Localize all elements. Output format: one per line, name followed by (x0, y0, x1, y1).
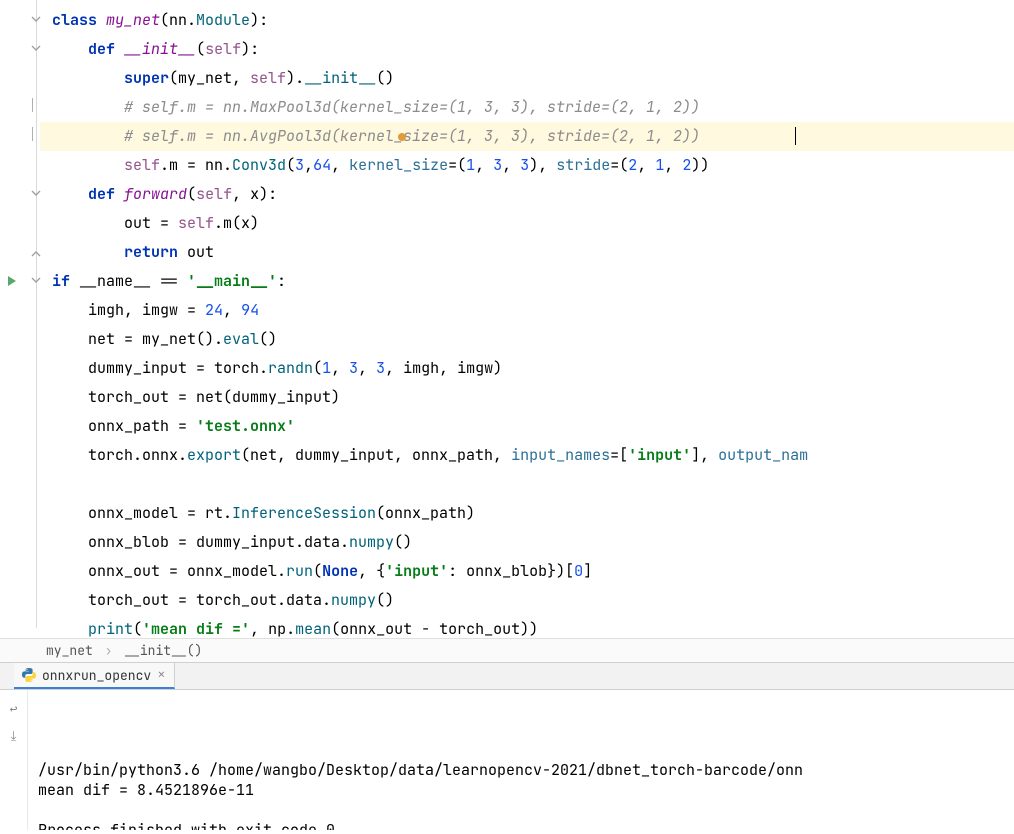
code-body[interactable]: class my_net(nn.Module): def __init__(se… (52, 0, 1014, 638)
code-line[interactable] (52, 470, 1014, 499)
fold-toggle-icon[interactable] (30, 188, 42, 200)
chevron-right-icon: › (105, 642, 113, 659)
code-line[interactable]: torch_out = torch_out.data.numpy() (52, 586, 1014, 615)
text-caret (795, 127, 796, 145)
console-line: Process finished with exit code 0 (38, 820, 1006, 830)
code-line[interactable]: dummy_input = torch.randn(1, 3, 3, imgh,… (52, 354, 1014, 383)
code-line[interactable]: torch.onnx.export(net, dummy_input, onnx… (52, 441, 1014, 470)
console-line: mean dif = 8.4521896e-11 (38, 780, 1006, 800)
code-line[interactable]: print('mean dif =', np.mean(onnx_out - t… (52, 615, 1014, 638)
soft-wrap-icon[interactable]: ↩ (10, 700, 18, 717)
fold-toggle-icon[interactable] (30, 275, 42, 287)
code-line[interactable]: super(my_net, self).__init__() (52, 64, 1014, 93)
fold-toggle-icon[interactable] (30, 14, 42, 26)
code-line[interactable]: return out (52, 238, 1014, 267)
code-line[interactable]: out = self.m(x) (52, 209, 1014, 238)
scroll-to-end-icon[interactable]: ⤓ (11, 727, 17, 744)
code-line[interactable]: onnx_out = onnx_model.run(None, {'input'… (52, 557, 1014, 586)
run-tab-bar: onnxrun_opencv × (0, 662, 1014, 690)
console-line (38, 800, 1006, 820)
console-line: /usr/bin/python3.6 /home/wangbo/Desktop/… (38, 760, 1006, 780)
run-gutter-icon[interactable] (8, 276, 16, 286)
fold-guide (36, 0, 37, 628)
close-icon[interactable]: × (157, 666, 165, 684)
run-console[interactable]: ↩ ⤓ /usr/bin/python3.6 /home/wangbo/Desk… (0, 690, 1014, 830)
code-editor[interactable]: class my_net(nn.Module): def __init__(se… (0, 0, 1014, 638)
fold-region-icon[interactable] (28, 128, 40, 140)
run-tab-label: onnxrun_opencv (42, 667, 151, 684)
fold-region-icon[interactable] (28, 99, 40, 111)
code-line[interactable]: onnx_path = 'test.onnx' (52, 412, 1014, 441)
code-line[interactable]: def forward(self, x): (52, 180, 1014, 209)
code-line[interactable]: if __name__ == '__main__': (52, 267, 1014, 296)
fold-toggle-icon[interactable] (30, 43, 42, 55)
code-line[interactable]: net = my_net().eval() (52, 325, 1014, 354)
code-line[interactable]: # self.m = nn.AvgPool3d(kernel_size=(1, … (52, 122, 1014, 151)
warning-icon[interactable] (398, 133, 406, 141)
fold-end-icon[interactable] (30, 246, 42, 258)
code-line[interactable]: # self.m = nn.MaxPool3d(kernel_size=(1, … (52, 93, 1014, 122)
code-line[interactable]: torch_out = net(dummy_input) (52, 383, 1014, 412)
code-line[interactable]: onnx_model = rt.InferenceSession(onnx_pa… (52, 499, 1014, 528)
editor-gutter (0, 0, 40, 638)
python-icon (22, 668, 36, 682)
code-line[interactable]: def __init__(self): (52, 35, 1014, 64)
code-line[interactable]: class my_net(nn.Module): (52, 6, 1014, 35)
code-line[interactable]: self.m = nn.Conv3d(3,64, kernel_size=(1,… (52, 151, 1014, 180)
code-line[interactable]: imgh, imgw = 24, 94 (52, 296, 1014, 325)
console-gutter: ↩ ⤓ (0, 690, 28, 830)
breadcrumb-bar[interactable]: my_net › __init__() (0, 638, 1014, 662)
breadcrumb-item[interactable]: __init__() (124, 642, 202, 659)
run-tab-active[interactable]: onnxrun_opencv × (14, 663, 175, 689)
breadcrumb-item[interactable]: my_net (46, 642, 93, 659)
code-line[interactable]: onnx_blob = dummy_input.data.numpy() (52, 528, 1014, 557)
